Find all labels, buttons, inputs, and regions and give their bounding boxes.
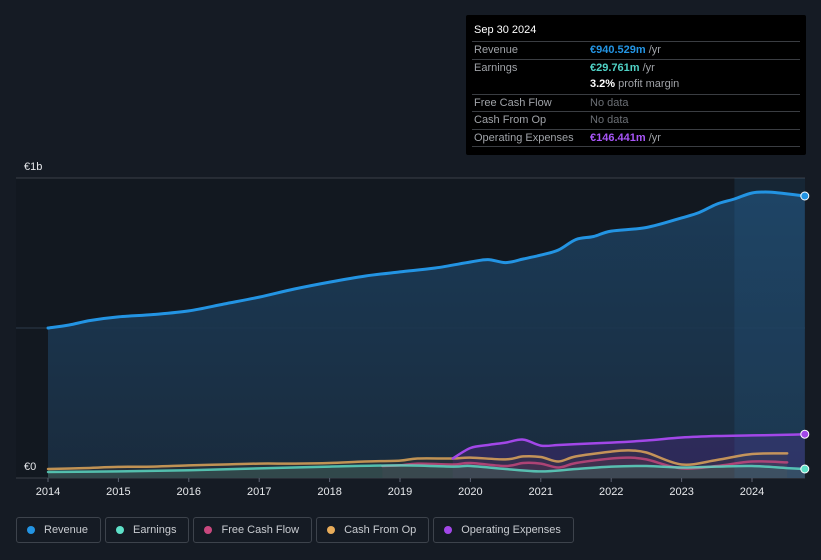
y-tick-label-top: €1b xyxy=(24,161,42,173)
end-marker-operating-expenses xyxy=(800,429,810,439)
x-tick-label: 2019 xyxy=(388,486,412,498)
x-tick-label: 2017 xyxy=(247,486,271,498)
tooltip-label: Free Cash Flow xyxy=(474,96,552,109)
legend-label: Free Cash Flow xyxy=(221,524,300,536)
legend-dot-icon xyxy=(204,526,213,534)
legend: Revenue Earnings Free Cash Flow Cash From O… xyxy=(16,517,574,543)
tooltip-row: Revenue €940.529m /yr xyxy=(472,41,800,59)
x-tick-label: 2015 xyxy=(106,486,130,498)
end-marker-earnings xyxy=(800,464,810,474)
legend-dot-icon xyxy=(116,526,125,534)
tooltip-label: Earnings xyxy=(474,61,518,74)
end-marker-revenue xyxy=(800,191,810,201)
tooltip-row: Cash From Op No data xyxy=(472,111,800,129)
tooltip-label: Revenue xyxy=(474,44,519,56)
x-tick-label: 2021 xyxy=(529,486,553,498)
tooltip-value: No data xyxy=(590,96,629,109)
tooltip-row: Free Cash Flow No data xyxy=(472,93,800,112)
legend-label: Revenue xyxy=(44,524,89,536)
x-tick-label: 2014 xyxy=(36,486,60,498)
x-tick-label: 2020 xyxy=(458,486,482,498)
legend-item-revenue[interactable]: Revenue xyxy=(16,517,102,543)
legend-dot-icon xyxy=(327,526,336,534)
legend-label: Operating Expenses xyxy=(461,524,561,536)
tooltip-value: €29.761m /yr xyxy=(590,61,655,74)
tooltip-row: 3.2% profit margin xyxy=(472,76,800,93)
legend-dot-icon xyxy=(444,526,453,534)
tooltip-label: Cash From Op xyxy=(474,114,547,126)
tooltip-label: Operating Expenses xyxy=(474,131,574,144)
tooltip: Sep 30 2024 Revenue €940.529m /yr Earnings… xyxy=(466,15,806,155)
tooltip-row: Operating Expenses €146.441m /yr xyxy=(472,128,800,147)
tooltip-divider xyxy=(472,146,800,147)
x-tick-label: 2023 xyxy=(669,486,693,498)
tooltip-date: Sep 30 2024 xyxy=(474,24,537,36)
forecast-shade xyxy=(734,178,805,478)
x-tick-label: 2016 xyxy=(177,486,201,498)
legend-item-operating-expenses[interactable]: Operating Expenses xyxy=(433,517,574,543)
x-tick-label: 2024 xyxy=(740,486,764,498)
legend-label: Cash From Op xyxy=(344,524,417,536)
tooltip-value: 3.2% profit margin xyxy=(590,78,680,90)
tooltip-value: €146.441m /yr xyxy=(590,131,661,144)
x-tick-label: 2018 xyxy=(317,486,341,498)
x-tick-label: 2022 xyxy=(599,486,623,498)
legend-item-free-cash-flow[interactable]: Free Cash Flow xyxy=(193,517,313,543)
legend-label: Earnings xyxy=(133,524,177,536)
y-tick-label-bottom: €0 xyxy=(24,461,36,473)
tooltip-row: Earnings €29.761m /yr xyxy=(472,58,800,77)
legend-item-cash-from-op[interactable]: Cash From Op xyxy=(316,517,430,543)
legend-item-earnings[interactable]: Earnings xyxy=(105,517,190,543)
tooltip-value: €940.529m /yr xyxy=(590,44,661,56)
legend-dot-icon xyxy=(27,526,35,534)
tooltip-value: No data xyxy=(590,114,629,126)
